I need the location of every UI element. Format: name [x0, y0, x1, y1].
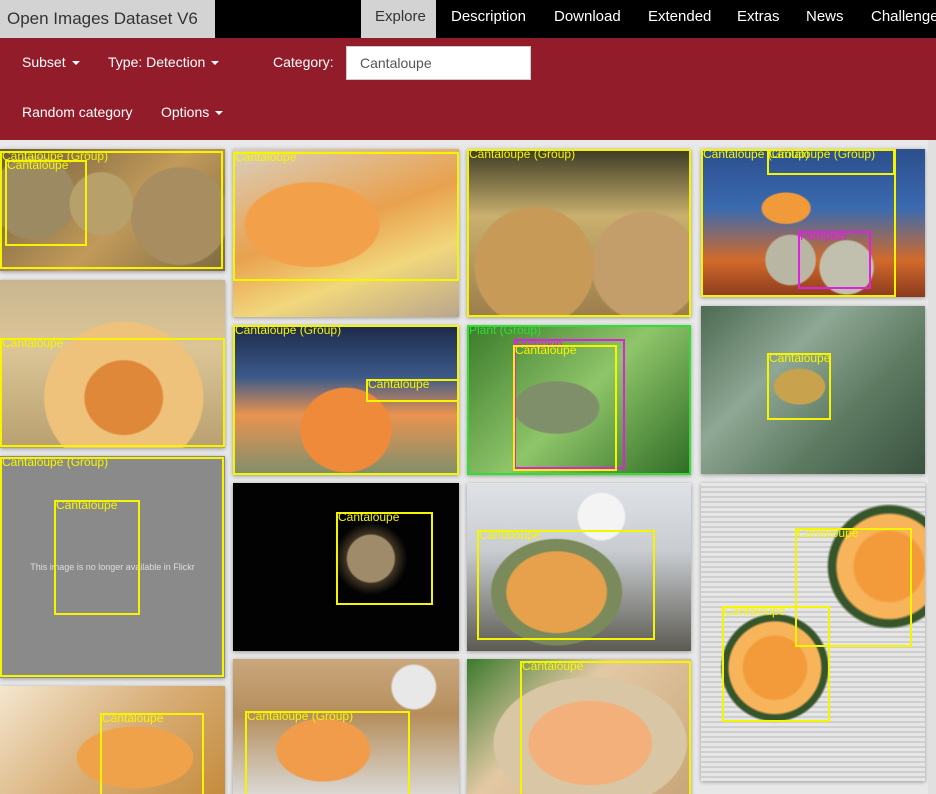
bounding-box: Cantaloupe	[722, 604, 830, 722]
tab-extended[interactable]: Extended	[648, 0, 711, 38]
bbox-label: Plant (Group)	[469, 325, 542, 337]
bbox-label: Cantaloupe	[724, 604, 786, 618]
bbox-label: Cantaloupe	[102, 711, 164, 725]
bounding-box: Cantaloupe	[366, 377, 459, 402]
bbox-label: Cantaloupe	[235, 150, 297, 164]
subset-dropdown[interactable]: Subset	[22, 54, 80, 70]
bbox-label: Cantaloupe (Group)	[2, 456, 109, 469]
type-label: Type: Detection	[108, 54, 206, 70]
type-dropdown[interactable]: Type: Detection	[108, 54, 220, 70]
bounding-box: Cantaloupe	[0, 336, 225, 447]
tab-download[interactable]: Download	[554, 0, 621, 38]
bbox-label: Cantaloupe (Group)	[235, 325, 342, 337]
image-thumbnail[interactable]: Cantaloupe	[467, 483, 691, 651]
bbox-label: Cantaloupe	[338, 510, 400, 524]
image-thumbnail[interactable]: Cantaloupe (Group) Cantaloupe (Group) Pu…	[701, 149, 925, 297]
image-thumbnail[interactable]: Cantaloupe	[0, 686, 225, 794]
tab-news[interactable]: News	[806, 0, 844, 38]
bounding-box: Cantaloupe	[100, 711, 204, 794]
bounding-box: Cantaloupe	[5, 158, 87, 246]
caret-down-icon	[215, 111, 224, 116]
bounding-box: Cantaloupe	[767, 351, 831, 420]
bbox-label: Cantaloupe (Group)	[247, 709, 354, 723]
options-dropdown[interactable]: Options	[161, 104, 224, 120]
bounding-box: Cantaloupe (Group)	[467, 149, 691, 317]
top-nav-bar: Open Images Dataset V6 Explore Descripti…	[0, 0, 936, 38]
bbox-label: Cantaloupe	[7, 158, 69, 172]
category-label: Category:	[273, 54, 334, 70]
image-thumbnail[interactable]: Cantaloupe	[233, 483, 459, 651]
bounding-box: Cantaloupe	[233, 150, 459, 281]
image-gallery: Cantaloupe (Group) Cantaloupe Cantaloupe…	[0, 140, 936, 794]
bbox-label: Cantaloupe	[479, 528, 541, 542]
category-input[interactable]	[346, 46, 531, 80]
bbox-label: Cantaloupe	[522, 659, 584, 673]
image-thumbnail[interactable]: Cantaloupe	[233, 149, 459, 317]
bounding-box: Cantaloupe	[513, 343, 617, 471]
tab-description[interactable]: Description	[451, 0, 526, 38]
image-thumbnail[interactable]: Cantaloupe	[701, 306, 925, 474]
filter-toolbar: Subset Type: Detection Category: Random …	[0, 38, 936, 140]
image-thumbnail[interactable]: Cantaloupe Cantaloupe	[701, 483, 925, 781]
bounding-box: Cantaloupe (Group)	[245, 709, 410, 794]
caret-down-icon	[71, 61, 80, 66]
subset-label: Subset	[22, 54, 66, 70]
image-thumbnail[interactable]: Cantaloupe	[467, 659, 691, 794]
bounding-box: Cantaloupe (Group)	[767, 149, 895, 175]
bbox-label: Pumpkin	[800, 229, 847, 243]
tab-challenge[interactable]: Challenge	[871, 0, 936, 38]
image-thumbnail[interactable]: Plant (Group) Pumpkin Cantaloupe	[467, 325, 691, 475]
tab-extras[interactable]: Extras	[737, 0, 780, 38]
image-thumbnail[interactable]: Cantaloupe (Group)	[233, 659, 459, 794]
bbox-label: Cantaloupe	[797, 526, 859, 540]
bounding-box: Pumpkin	[798, 229, 871, 289]
bbox-label: Cantaloupe	[769, 351, 831, 365]
bounding-box: Cantaloupe	[54, 498, 140, 615]
image-thumbnail[interactable]: Cantaloupe (Group) Cantaloupe	[233, 325, 459, 475]
image-thumbnail[interactable]: Cantaloupe	[0, 280, 225, 448]
image-thumbnail[interactable]: Cantaloupe (Group)	[467, 149, 691, 317]
tab-explore[interactable]: Explore	[361, 0, 436, 38]
bbox-label: Cantaloupe (Group)	[769, 149, 876, 161]
options-label: Options	[161, 104, 210, 120]
page-scrollbar[interactable]	[928, 140, 936, 794]
caret-down-icon	[211, 61, 220, 66]
random-category-button[interactable]: Random category	[22, 104, 133, 120]
bbox-label: Cantaloupe	[56, 498, 118, 512]
bbox-label: Cantaloupe (Group)	[469, 149, 576, 161]
image-thumbnail[interactable]: Cantaloupe (Group) Cantaloupe	[0, 149, 225, 271]
bounding-box: Cantaloupe	[336, 510, 433, 605]
app-title[interactable]: Open Images Dataset V6	[0, 0, 215, 38]
bbox-label: Cantaloupe	[368, 377, 430, 391]
bounding-box: Cantaloupe	[520, 659, 691, 794]
bounding-box: Cantaloupe	[477, 528, 655, 640]
bbox-label: Cantaloupe	[515, 343, 577, 357]
image-thumbnail[interactable]: This image is no longer available in Fli…	[0, 456, 225, 678]
bbox-label: Cantaloupe	[2, 336, 64, 350]
